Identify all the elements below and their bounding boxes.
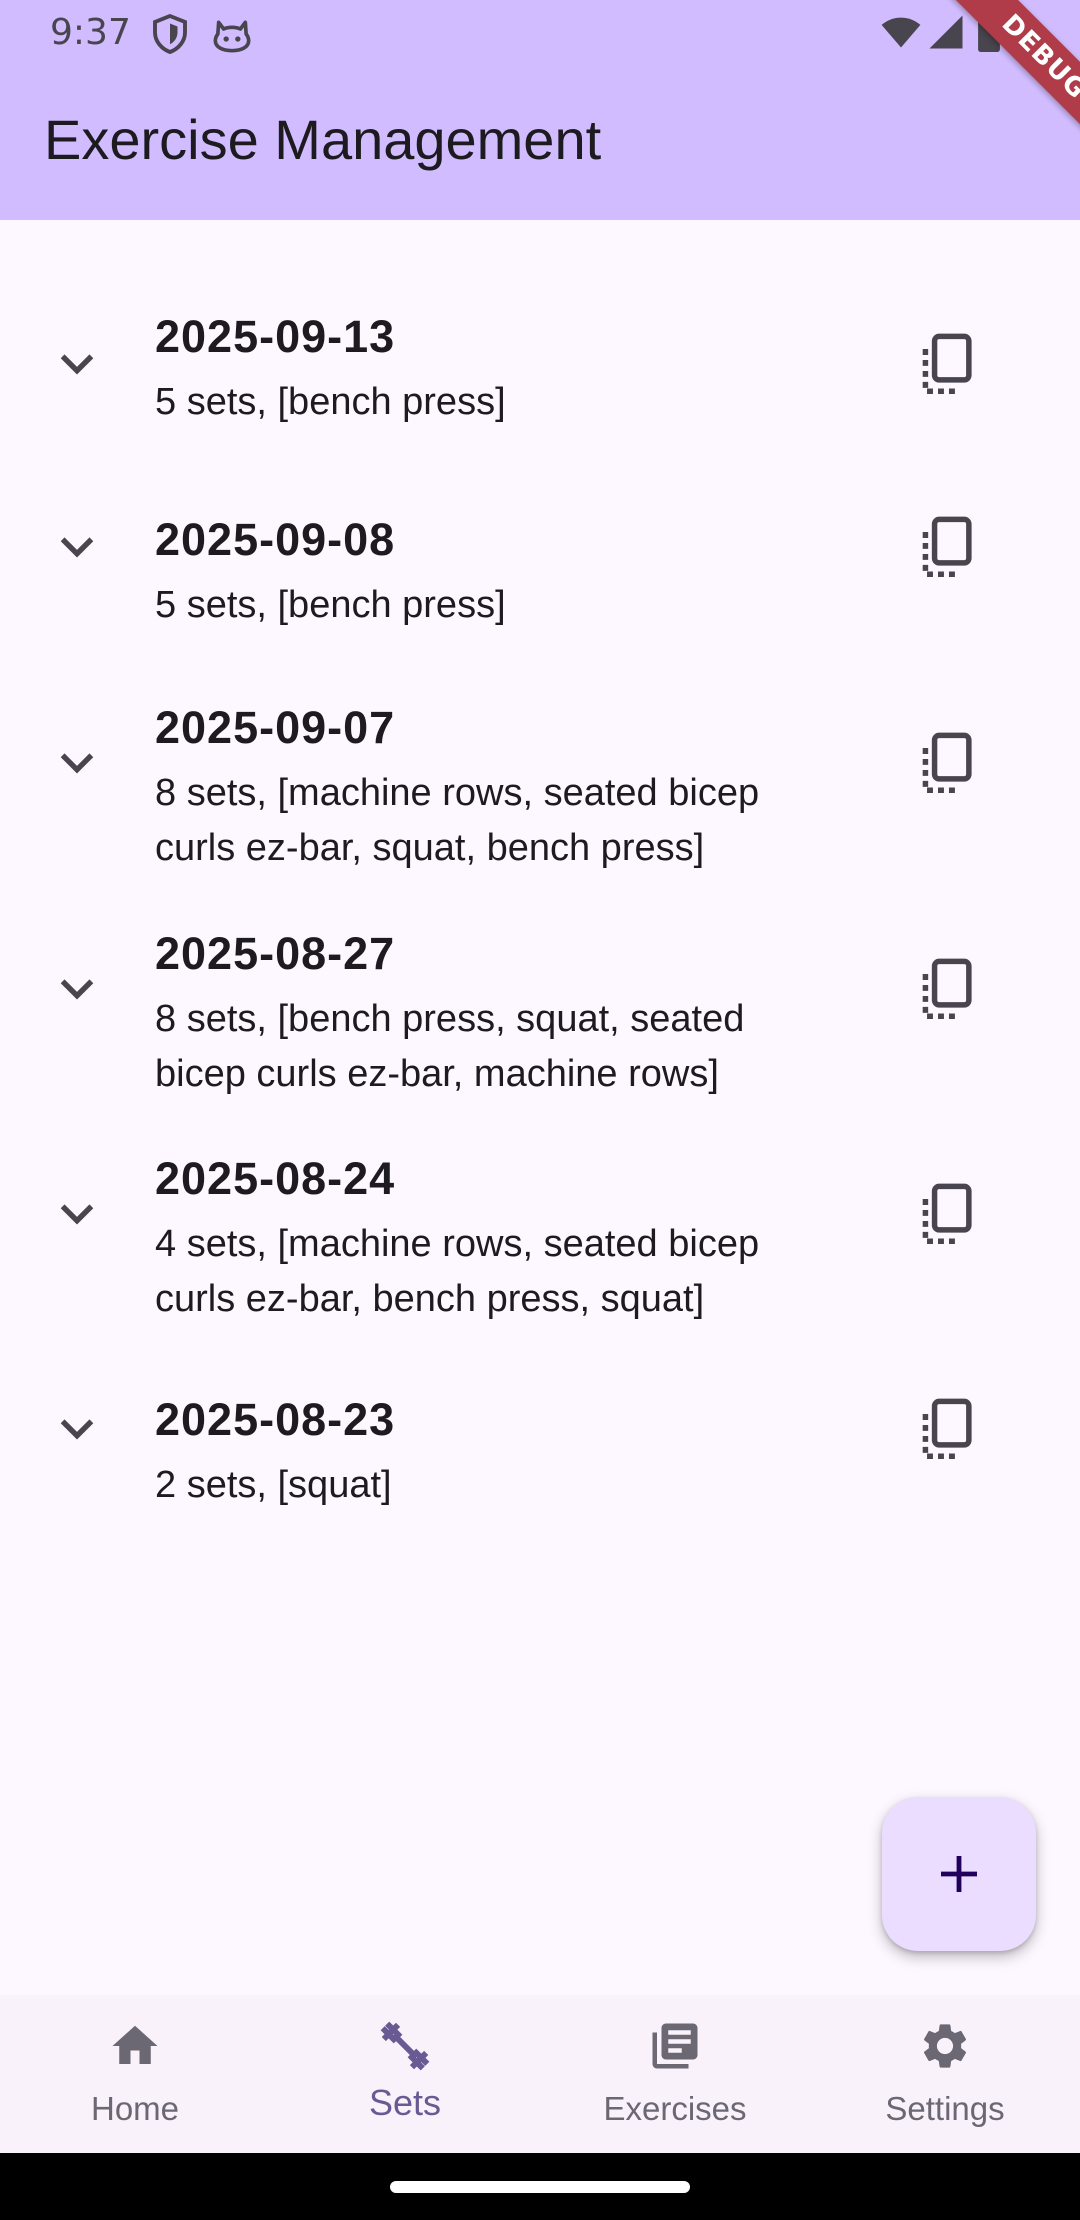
cat-icon [213, 20, 251, 53]
chevron-down-icon[interactable] [54, 340, 100, 386]
top-app-bar: 9:37 Exercise Management [0, 0, 1080, 220]
system-navigation-bar [0, 2153, 1080, 2220]
chevron-down-icon[interactable] [54, 523, 100, 569]
plus-icon [941, 1856, 977, 1892]
library-icon [652, 2023, 698, 2069]
session-summary: 5 sets, [bench press] [155, 381, 506, 423]
chevron-down-icon[interactable] [54, 965, 100, 1011]
home-gesture-handle[interactable] [390, 2181, 690, 2193]
session-date: 2025-08-23 [155, 1394, 396, 1445]
session-row[interactable]: 2025-09-08 5 sets, [bench press] [0, 463, 1080, 626]
nav-item-settings[interactable]: Settings [810, 1995, 1080, 2153]
chevron-down-icon[interactable] [54, 1405, 100, 1451]
copy-icon[interactable] [918, 333, 974, 397]
session-row[interactable]: 2025-09-13 5 sets, [bench press] [0, 260, 1080, 423]
copy-icon[interactable] [918, 1183, 974, 1247]
nav-item-home[interactable]: Home [0, 1995, 270, 2153]
copy-icon[interactable] [918, 516, 974, 580]
nav-label-exercises: Exercises [603, 2090, 747, 2127]
session-summary: 8 sets, [machine rows, seated bicep curl… [155, 772, 760, 869]
dumbbell-icon [380, 2021, 430, 2071]
bottom-navigation: Home Sets Exercises Settings [0, 1995, 1080, 2153]
session-row[interactable]: 2025-08-24 4 sets, [machine rows, seated… [0, 1102, 1080, 1320]
session-date: 2025-08-27 [155, 928, 396, 979]
session-row[interactable]: 2025-09-07 8 sets, [machine rows, seated… [0, 651, 1080, 869]
chevron-down-icon[interactable] [54, 1190, 100, 1236]
session-summary: 8 sets, [bench press, squat, seated bice… [155, 998, 745, 1095]
session-row[interactable]: 2025-08-27 8 sets, [bench press, squat, … [0, 877, 1080, 1095]
add-session-button[interactable] [882, 1797, 1036, 1951]
nav-item-sets[interactable]: Sets [270, 1995, 540, 2153]
status-time: 9:37 [50, 12, 131, 53]
screen: 9:37 Exercise Management DEBUG 2025-09-1… [0, 0, 1080, 2220]
gear-icon [923, 2024, 967, 2068]
session-date: 2025-08-24 [155, 1153, 396, 1204]
home-icon [112, 2025, 158, 2064]
nav-label-home: Home [90, 2090, 180, 2127]
copy-icon[interactable] [918, 1398, 974, 1462]
session-date: 2025-09-07 [155, 702, 396, 753]
session-summary: 2 sets, [squat] [155, 1464, 392, 1506]
signal-icon [929, 15, 963, 49]
shield-icon [153, 14, 187, 54]
session-date: 2025-09-13 [155, 311, 396, 362]
nav-label-settings: Settings [885, 2090, 1005, 2127]
session-date: 2025-09-08 [155, 514, 396, 565]
page-title: Exercise Management [44, 108, 602, 171]
session-row[interactable]: 2025-08-23 2 sets, [squat] [0, 1343, 1080, 1506]
session-summary: 4 sets, [machine rows, seated bicep curl… [155, 1223, 760, 1320]
wifi-icon [881, 17, 921, 48]
chevron-down-icon[interactable] [54, 739, 100, 785]
copy-icon[interactable] [918, 732, 974, 796]
status-bar: 9:37 [0, 0, 1080, 66]
nav-item-exercises[interactable]: Exercises [540, 1995, 810, 2153]
session-summary: 5 sets, [bench press] [155, 584, 506, 626]
nav-label-sets: Sets [368, 2082, 442, 2123]
copy-icon[interactable] [918, 958, 974, 1022]
